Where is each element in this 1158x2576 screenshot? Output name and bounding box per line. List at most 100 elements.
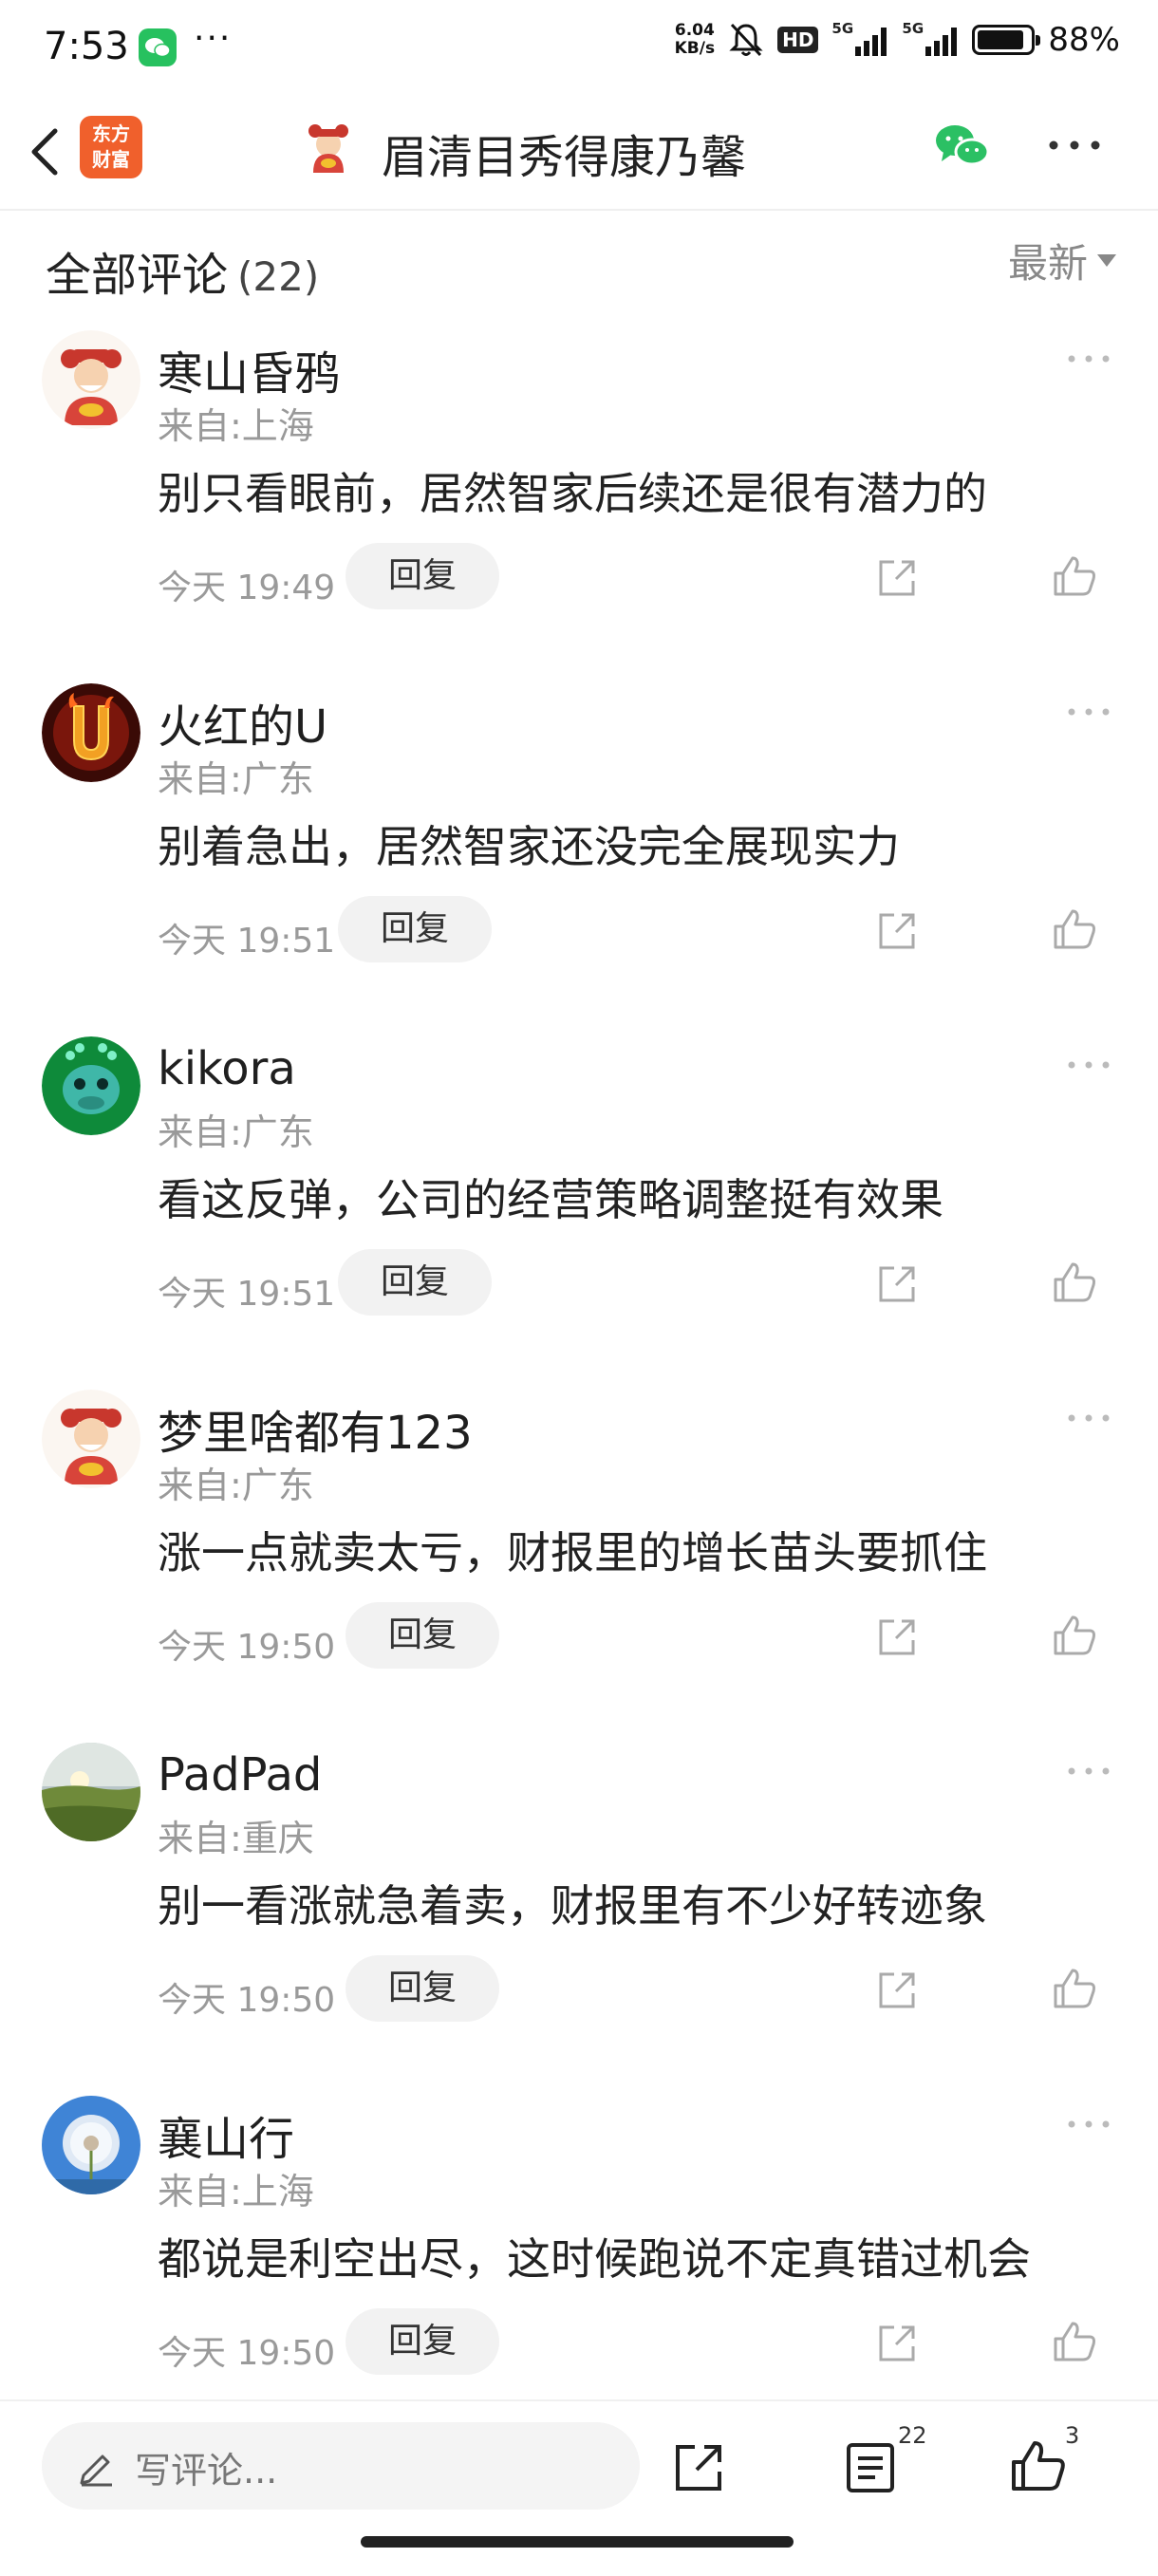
comments-button[interactable]: [843, 2439, 898, 2496]
thumbs-up-icon: [1012, 2441, 1065, 2491]
comment-username[interactable]: 襄山行: [158, 2101, 294, 2168]
bell-muted-icon: [729, 23, 763, 57]
signal-1-label: 5G: [831, 20, 854, 37]
flame-u-avatar[interactable]: [42, 683, 140, 782]
pencil-icon: [80, 2455, 112, 2487]
share-icon[interactable]: [875, 909, 919, 953]
comment-more-icon[interactable]: [1065, 1762, 1112, 1781]
comment-location: 来自:广东: [158, 1465, 314, 1506]
comment-item: kikora 来自:广东 看这反弹，公司的经营策略调整挺有效果 今天 19:51…: [0, 1036, 1158, 1390]
thumbs-up-icon[interactable]: [1052, 552, 1099, 600]
sort-dropdown[interactable]: 最新: [1008, 232, 1116, 289]
page-title: 眉清目秀得康乃馨: [382, 131, 747, 184]
comment-more-icon[interactable]: [1065, 349, 1112, 368]
comment-item: 火红的U 来自:广东 别着急出，居然智家还没完全展现实力 今天 19:51 回复: [0, 683, 1158, 1036]
comment-text[interactable]: 都说是利空出尽，这时候跑说不定真错过机会: [158, 2225, 1031, 2287]
comment-location: 来自:上海: [158, 2171, 314, 2212]
reply-button[interactable]: 回复: [346, 1955, 499, 2022]
reply-button[interactable]: 回复: [338, 896, 492, 962]
thumbs-up-icon[interactable]: [1052, 2318, 1099, 2365]
like-button[interactable]: [1008, 2436, 1069, 2496]
comment-username[interactable]: 火红的U: [158, 689, 327, 756]
comment-time: 今天 19:50: [158, 2334, 336, 2373]
back-button[interactable]: [21, 118, 78, 184]
comments-title: 全部评论 (22): [46, 237, 319, 304]
sort-label: 最新: [1007, 240, 1088, 287]
comment-time: 今天 19:51: [158, 922, 336, 961]
chevron-left-icon: [31, 128, 58, 176]
battery-percent: 88%: [1048, 21, 1120, 59]
comment-item: 梦里啥都有123 来自:广东 涨一点就卖太亏，财报里的增长苗头要抓住 今天 19…: [0, 1390, 1158, 1743]
comment-more-icon[interactable]: [1065, 702, 1112, 721]
comment-text[interactable]: 别一看涨就急着卖，财报里有不少好转迹象: [158, 1872, 987, 1934]
share-icon[interactable]: [875, 1969, 919, 2012]
battery-fill: [978, 30, 1023, 49]
share-button[interactable]: [670, 2439, 727, 2496]
share-icon[interactable]: [875, 556, 919, 600]
comments-title-text: 全部评论: [46, 249, 229, 302]
comments-count-badge: 22: [898, 2422, 927, 2449]
write-comment-placeholder: 写评论...: [135, 2450, 278, 2492]
comment-time: 今天 19:50: [158, 1981, 336, 2020]
comment-item: 襄山行 来自:上海 都说是利空出尽，这时候跑说不定真错过机会 今天 19:50 …: [0, 2096, 1158, 2449]
comment-more-icon[interactable]: [1065, 2115, 1112, 2134]
reply-button[interactable]: 回复: [346, 2308, 499, 2375]
network-speed: 6.04 KB/s: [675, 22, 715, 58]
comments-header: 全部评论 (22) 最新: [0, 211, 1158, 315]
thumbs-up-icon[interactable]: [1052, 1612, 1099, 1659]
thumbs-up-icon[interactable]: [1052, 1259, 1099, 1306]
network-speed-value: 6.04: [674, 21, 715, 40]
green-dragon-avatar[interactable]: [42, 1036, 140, 1135]
thumbs-up-icon[interactable]: [1052, 1965, 1099, 2012]
likes-count-badge: 3: [1065, 2422, 1080, 2449]
comment-text[interactable]: 别着急出，居然智家还没完全展现实力: [158, 812, 900, 875]
home-indicator[interactable]: [361, 2536, 794, 2548]
dandelion-avatar[interactable]: [42, 2096, 140, 2194]
share-icon[interactable]: [875, 1262, 919, 1306]
wechat-notification-icon: [139, 28, 177, 66]
caishen-avatar[interactable]: [42, 1390, 140, 1488]
comment-item: 寒山昏鸦 来自:上海 别只看眼前，居然智家后续还是很有潜力的 今天 19:49 …: [0, 330, 1158, 683]
reply-button[interactable]: 回复: [338, 1249, 492, 1316]
comment-location: 来自:上海: [158, 405, 314, 447]
nav-bar: 东方 财富 眉清目秀得康乃馨: [0, 95, 1158, 211]
comment-location: 来自:广东: [158, 758, 314, 800]
status-time: 7:53: [44, 25, 129, 68]
author-avatar-icon[interactable]: [302, 121, 355, 175]
comment-username[interactable]: 寒山昏鸦: [158, 336, 340, 402]
comment-text[interactable]: 看这反弹，公司的经营策略调整挺有效果: [158, 1166, 943, 1228]
more-notifications-icon: ···: [194, 19, 233, 58]
landscape-avatar[interactable]: [42, 1743, 140, 1841]
signal-strength-1-icon: 5G: [831, 20, 888, 56]
comment-username[interactable]: PadPad: [158, 1748, 322, 1801]
share-icon: [676, 2445, 721, 2491]
comment-location: 来自:广东: [158, 1111, 314, 1153]
comment-username[interactable]: kikora: [158, 1042, 296, 1095]
bottom-action-bar: 写评论... 22 3: [0, 2399, 1158, 2576]
app-logo[interactable]: 东方 财富: [80, 116, 142, 178]
share-icon[interactable]: [875, 1615, 919, 1659]
reply-button[interactable]: 回复: [346, 543, 499, 609]
write-comment-input[interactable]: 写评论...: [42, 2422, 640, 2510]
comment-more-icon[interactable]: [1065, 1409, 1112, 1428]
comment-location: 来自:重庆: [158, 1818, 314, 1859]
comments-count: (22): [237, 253, 320, 300]
comment-text[interactable]: 别只看眼前，居然智家后续还是很有潜力的: [158, 459, 987, 522]
network-speed-unit: KB/s: [674, 39, 716, 58]
comment-time: 今天 19:49: [158, 569, 336, 607]
reply-button[interactable]: 回复: [346, 1602, 499, 1669]
signal-2-label: 5G: [902, 20, 925, 37]
wechat-share-icon[interactable]: [930, 118, 997, 175]
hd-voice-icon: HD: [777, 27, 819, 53]
comment-item: PadPad 来自:重庆 别一看涨就急着卖，财报里有不少好转迹象 今天 19:5…: [0, 1743, 1158, 2096]
signal-strength-2-icon: 5G: [902, 20, 959, 56]
thumbs-up-icon[interactable]: [1052, 905, 1099, 953]
comment-username[interactable]: 梦里啥都有123: [158, 1395, 473, 1462]
comment-time: 今天 19:51: [158, 1275, 336, 1314]
comment-text[interactable]: 涨一点就卖太亏，财报里的增长苗头要抓住: [158, 1519, 987, 1581]
caishen-avatar[interactable]: [42, 330, 140, 429]
more-options-icon[interactable]: [1046, 131, 1103, 159]
comment-more-icon[interactable]: [1065, 1055, 1112, 1074]
battery-icon: [972, 25, 1041, 55]
share-icon[interactable]: [875, 2322, 919, 2365]
